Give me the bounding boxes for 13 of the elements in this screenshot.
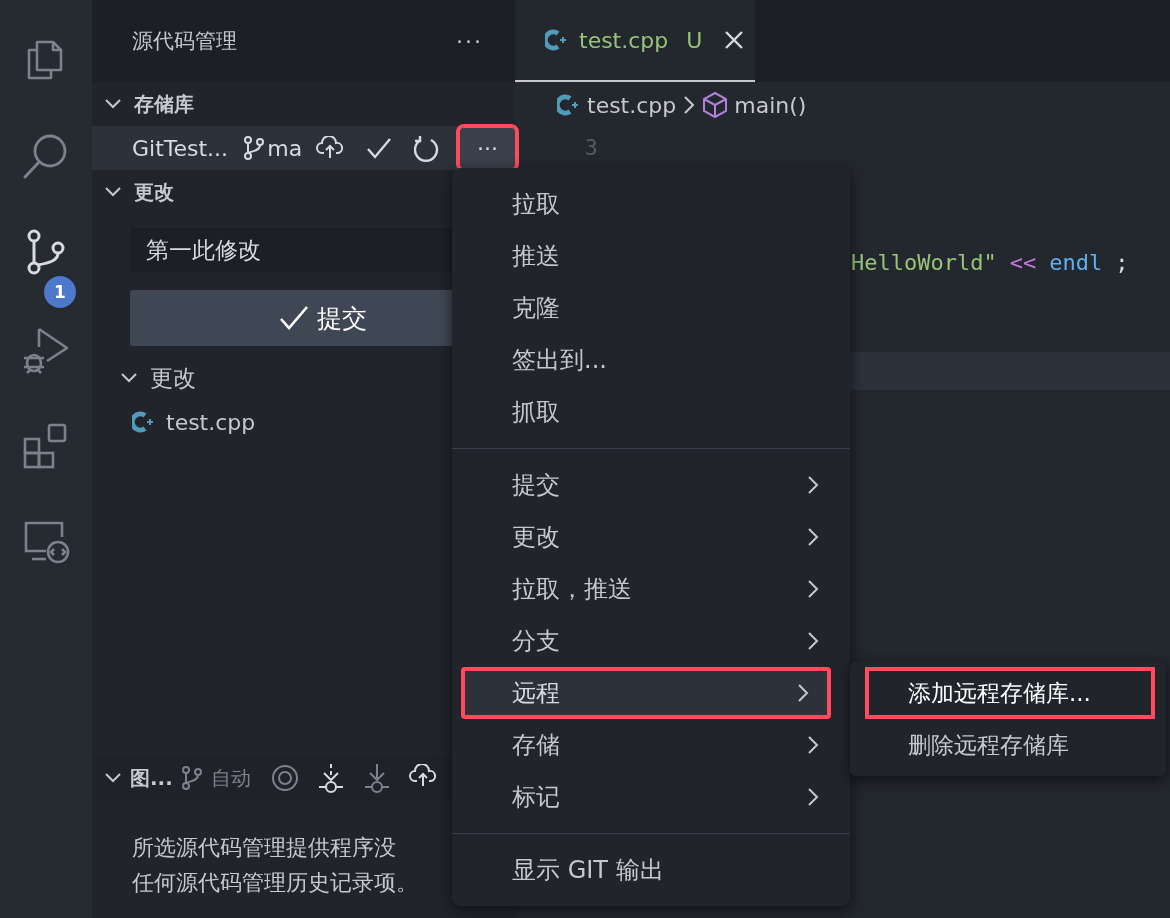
- empty-history-message: 任何源代码管理历史记录项。: [132, 869, 419, 897]
- section-title: 更改: [134, 178, 174, 206]
- code-token: endl: [1049, 250, 1103, 275]
- code-token: HelloWorld": [851, 250, 997, 275]
- section-title: 图...: [130, 764, 173, 792]
- section-title: 存储库: [134, 90, 194, 118]
- code-token: ;: [1115, 250, 1129, 275]
- code-token: <<: [1009, 250, 1037, 275]
- count-badge: 1: [44, 276, 76, 308]
- line-number: 3: [585, 136, 599, 162]
- empty-history-message: 所选源代码管理提供程序没: [132, 834, 397, 862]
- sidebar-title: 源代码管理: [132, 28, 237, 55]
- repository-name: GitTest...: [132, 135, 230, 161]
